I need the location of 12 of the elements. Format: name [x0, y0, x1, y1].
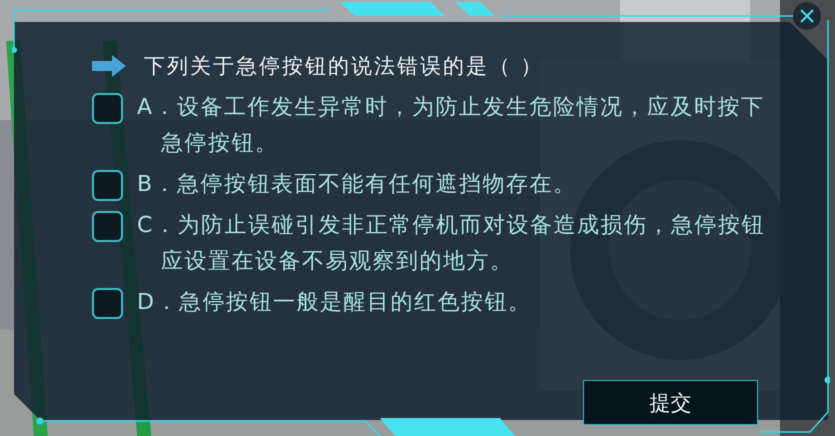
checkbox[interactable] [92, 211, 123, 242]
close-icon [800, 9, 814, 23]
option-text[interactable]: A．设备工作发生异常时，为防止发生危险情况，应及时按下急停按钮。 [137, 90, 771, 162]
checkbox[interactable] [92, 170, 123, 201]
arrow-icon [92, 55, 126, 77]
submit-button[interactable]: 提交 [583, 380, 758, 425]
checkbox[interactable] [92, 288, 123, 319]
checkbox[interactable] [92, 93, 123, 124]
option-text[interactable]: C．为防止误碰引发非正常停机而对设备造成损伤，急停按钮应设置在设备不易观察到的地方。 [137, 208, 771, 280]
option-text[interactable]: D．急停按钮一般是醒目的红色按钮。 [137, 285, 771, 321]
question-text: 下列关于急停按钮的说法错误的是（ ） [144, 53, 544, 80]
option-text[interactable]: B．急停按钮表面不能有任何遮挡物存在。 [137, 167, 771, 203]
